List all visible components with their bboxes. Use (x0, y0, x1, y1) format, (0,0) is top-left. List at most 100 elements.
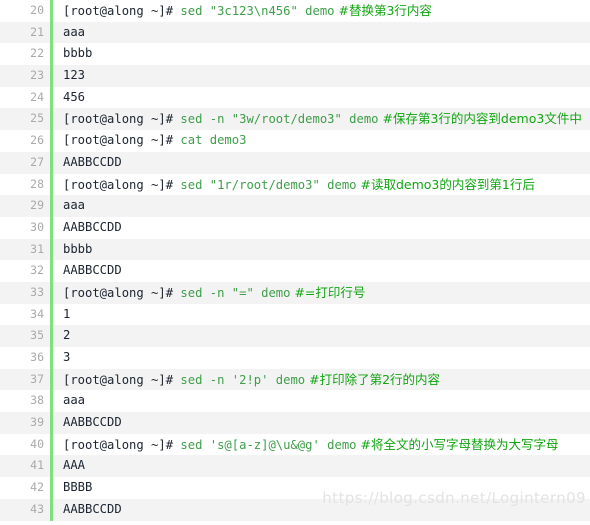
command-output: AABBCCDD (63, 263, 122, 278)
code-line-content: aaa (63, 22, 85, 44)
shell-command: sed -n "=" demo (180, 285, 291, 300)
gutter-divider-bar (50, 347, 53, 369)
code-line[interactable]: 33 [root@along ~]# sed -n "=" demo #=打印行号 (0, 281, 590, 305)
line-number: 35 (30, 328, 44, 343)
code-line[interactable]: 34 1 (0, 303, 590, 326)
code-line-content: [root@along ~]# sed -n "=" demo #=打印行号 (63, 282, 365, 305)
code-line[interactable]: 43 AABBCCDD (0, 498, 590, 521)
code-line-content: AAA (63, 455, 85, 477)
line-number: 34 (30, 306, 44, 321)
command-output: 3 (63, 350, 71, 364)
code-line[interactable]: 30 AABBCCDD (0, 216, 590, 239)
code-line[interactable]: 38 aaa (0, 390, 590, 413)
command-output: AABBCCDD (63, 154, 122, 169)
command-output: 2 (63, 328, 71, 343)
code-line[interactable]: 41 AAA (0, 455, 590, 478)
gutter-divider-bar (50, 433, 53, 456)
shell-comment: #替换第3行内容 (334, 3, 432, 18)
code-line[interactable]: 22 bbbb (0, 43, 590, 66)
code-line[interactable]: 23 123 (0, 65, 590, 87)
code-line-content: [root@along ~]# sed -n "3w/root/demo3" d… (63, 108, 582, 131)
shell-comment: #读取demo3的内容到第1行后 (356, 176, 535, 192)
line-number: 27 (30, 154, 44, 169)
gutter-divider-bar (50, 238, 53, 261)
shell-command: sed -n '2!p' demo (180, 372, 306, 387)
code-line[interactable]: 24 456 (0, 86, 590, 109)
code-line-content: 2 (63, 325, 70, 347)
gutter-divider-bar (50, 43, 53, 66)
shell-prompt: [root@along ~]# (63, 437, 181, 452)
line-number: 39 (30, 415, 44, 430)
command-output: AAA (63, 458, 86, 473)
gutter-divider-bar (50, 151, 53, 174)
code-line[interactable]: 21 aaa (0, 21, 590, 44)
shell-prompt: [root@along ~]# (63, 285, 181, 300)
code-line-content: AABBCCDD (63, 260, 122, 282)
code-line[interactable]: 35 2 (0, 325, 590, 347)
gutter-divider-bar (50, 195, 53, 217)
code-line[interactable]: 25 [root@along ~]# sed -n "3w/root/demo3"… (0, 108, 590, 131)
line-number: 21 (30, 24, 44, 39)
code-line-content: 3 (63, 347, 70, 369)
code-line[interactable]: 36 3 (0, 347, 590, 369)
command-output: bbbb (63, 46, 93, 61)
command-output: AABBCCDD (63, 415, 122, 430)
gutter-divider-bar (50, 65, 53, 87)
gutter-divider-bar (50, 281, 53, 304)
line-number: 25 (30, 111, 44, 126)
code-line[interactable]: 39 AABBCCDD (0, 412, 590, 434)
code-line[interactable]: 32 AABBCCDD (0, 260, 590, 282)
code-line[interactable]: 28 [root@along ~]# sed "1r/root/demo3" de… (0, 173, 590, 197)
code-line-content: AABBCCDD (63, 412, 122, 434)
command-output: aaa (63, 393, 86, 408)
code-line-content: AABBCCDD (63, 499, 122, 521)
line-number: 22 (30, 46, 44, 61)
code-line[interactable]: 42 BBBB (0, 477, 590, 499)
code-line-content: aaa (63, 390, 85, 412)
line-number: 24 (30, 89, 44, 104)
command-output: 123 (63, 68, 86, 83)
shell-command: sed -n "3w/root/demo3" demo (180, 112, 379, 127)
line-number: 31 (30, 241, 44, 256)
gutter-divider-bar (50, 260, 53, 282)
code-line-content: bbbb (63, 43, 92, 65)
gutter-divider-bar (50, 325, 53, 347)
shell-command: sed "1r/root/demo3" demo (180, 177, 357, 192)
shell-prompt: [root@along ~]# (63, 177, 181, 192)
code-line-content: bbbb (63, 239, 92, 261)
command-output: 1 (63, 306, 71, 321)
gutter-divider-bar (50, 173, 53, 196)
code-line[interactable]: 40 [root@along ~]# sed 's@[a-z]@\u&@g' de… (0, 433, 590, 456)
gutter-divider-bar (50, 216, 53, 239)
shell-prompt: [root@along ~]# (63, 133, 181, 148)
code-block[interactable]: 20 [root@along ~]# sed "3c123\n456" demo … (0, 0, 590, 525)
code-line[interactable]: 20 [root@along ~]# sed "3c123\n456" demo … (0, 0, 590, 22)
line-number: 33 (30, 284, 44, 299)
command-output: 456 (63, 89, 86, 104)
code-line-content: 456 (63, 87, 85, 109)
code-line[interactable]: 37 [root@along ~]# sed -n '2!p' demo #打印除… (0, 368, 590, 392)
code-line[interactable]: 26 [root@along ~]# cat demo3 (0, 130, 590, 152)
shell-comment: #=打印行号 (290, 284, 366, 300)
code-line-content: [root@along ~]# sed -n '2!p' demo #打印除了第… (63, 369, 440, 392)
line-number: 26 (30, 133, 44, 148)
gutter-divider-bar (50, 130, 53, 152)
command-output: AABBCCDD (63, 219, 122, 234)
shell-comment: #打印除了第2行的内容 (305, 371, 441, 387)
gutter-divider-bar (50, 412, 53, 434)
line-number: 41 (30, 458, 44, 473)
gutter-divider-bar (50, 368, 53, 391)
gutter-divider-bar (50, 455, 53, 478)
gutter-divider-bar (50, 0, 53, 22)
code-line[interactable]: 27 AABBCCDD (0, 151, 590, 174)
code-line[interactable]: 29 aaa (0, 195, 590, 217)
code-line-content: 1 (63, 304, 70, 326)
gutter-divider-bar (50, 21, 53, 44)
command-output: BBBB (63, 480, 93, 495)
code-line-content: BBBB (63, 477, 92, 499)
line-number: 29 (30, 198, 44, 213)
code-line-content: [root@along ~]# sed "1r/root/demo3" demo… (63, 174, 535, 197)
line-number: 28 (30, 176, 44, 191)
code-line[interactable]: 31 bbbb (0, 238, 590, 261)
code-line-content: [root@along ~]# cat demo3 (63, 130, 246, 152)
